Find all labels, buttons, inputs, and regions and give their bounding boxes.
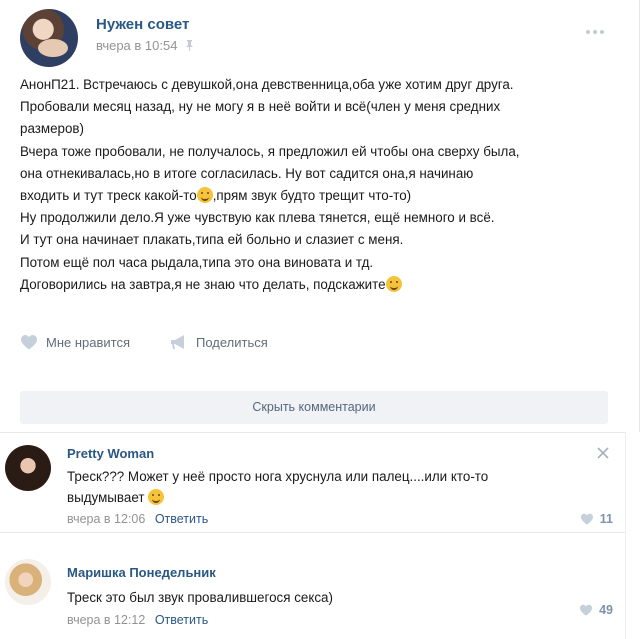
post-time-text[interactable]: вчера в 10:54: [96, 38, 177, 53]
comment-meta: вчера в 12:12 Ответить: [67, 613, 208, 627]
comment-like-count: 11: [599, 512, 613, 526]
reply-button[interactable]: Ответить: [155, 512, 208, 526]
comment-line: Треск это был звук провалившегося секса): [67, 590, 333, 605]
comment-time[interactable]: вчера в 12:12: [67, 613, 145, 627]
comment-meta: вчера в 12:06 Ответить: [67, 512, 208, 526]
comment-text: Треск это был звук провалившегося секса): [67, 587, 597, 608]
comment-line-part: выдумывает: [67, 490, 145, 505]
reply-button[interactable]: Ответить: [155, 613, 208, 627]
comment-line: выдумывает: [67, 487, 597, 508]
comment-item: Pretty Woman Треск??? Может у неё просто…: [0, 433, 625, 533]
heart-icon: [580, 604, 593, 616]
comment-line: Треск??? Может у неё просто нога хруснул…: [67, 469, 489, 484]
share-button[interactable]: Поделиться: [170, 334, 268, 350]
share-label: Поделиться: [196, 334, 268, 350]
comment-text: Треск??? Может у неё просто нога хруснул…: [67, 466, 597, 508]
like-label: Мне нравится: [46, 334, 131, 350]
close-icon[interactable]: [597, 447, 609, 459]
post-line: Вчера тоже пробовали, не получалось, я п…: [20, 143, 520, 159]
post-line-part: Договорились на завтра,я не знаю что дел…: [20, 276, 386, 292]
comment-item: Маришка Понедельник Треск это был звук п…: [0, 543, 625, 639]
flushed-emoji-icon: [385, 275, 402, 292]
heart-icon: [21, 335, 37, 350]
comment-author[interactable]: Pretty Woman: [67, 446, 154, 461]
post-line: Договорились на завтра,я не знаю что дел…: [20, 274, 625, 296]
post-line: Потом ещё пол часа рыдала,типа это она в…: [20, 254, 374, 270]
laughing-emoji-icon: [196, 187, 213, 204]
post-line: размеров): [20, 121, 85, 137]
like-button[interactable]: Мне нравится: [20, 334, 130, 350]
post-time[interactable]: вчера в 10:54: [96, 38, 194, 53]
post-author[interactable]: Нужен совет: [96, 16, 189, 33]
hide-comments-button[interactable]: Скрыть комментарии: [20, 391, 608, 424]
heart-icon: [580, 513, 593, 525]
avatar[interactable]: [5, 559, 51, 605]
page-edge: [625, 432, 640, 639]
post-line: входить и тут треск какой-то ,прям звук б…: [20, 185, 625, 207]
comment-like-count: 49: [599, 603, 613, 617]
pin-icon: [186, 40, 194, 51]
post-line: она отнекивалась,но в итоге согласилась.…: [20, 165, 474, 181]
post-text: АнонП21. Встречаюсь с девушкой,она девст…: [20, 74, 625, 296]
post-line: И тут она начинает плакать,типа ей больн…: [20, 232, 404, 248]
community-avatar[interactable]: [20, 9, 78, 67]
post-line: АнонП21. Встречаюсь с девушкой,она девст…: [20, 77, 514, 92]
comment-like-button[interactable]: 11: [580, 512, 613, 526]
avatar[interactable]: [5, 445, 51, 491]
comment-time[interactable]: вчера в 12:06: [67, 512, 145, 526]
post-line-part: ,прям звук будто трещит что-то): [212, 188, 412, 204]
post-line-part: входить и тут треск какой-то: [20, 188, 197, 204]
megaphone-icon: [171, 335, 184, 349]
post-line: Пробовали месяц назад, ну не могу я в не…: [20, 99, 501, 115]
laughing-emoji-icon: [148, 489, 165, 505]
comment-author[interactable]: Маришка Понедельник: [67, 565, 216, 580]
more-dots-icon[interactable]: [586, 19, 608, 34]
post-line: Ну продолжили дело.Я уже чувствую как пл…: [20, 210, 495, 226]
comment-like-button[interactable]: 49: [579, 603, 613, 617]
comments-list: Pretty Woman Треск??? Может у неё просто…: [0, 432, 625, 639]
post-card: Нужен совет вчера в 10:54 АнонП21. Встре…: [0, 0, 640, 432]
